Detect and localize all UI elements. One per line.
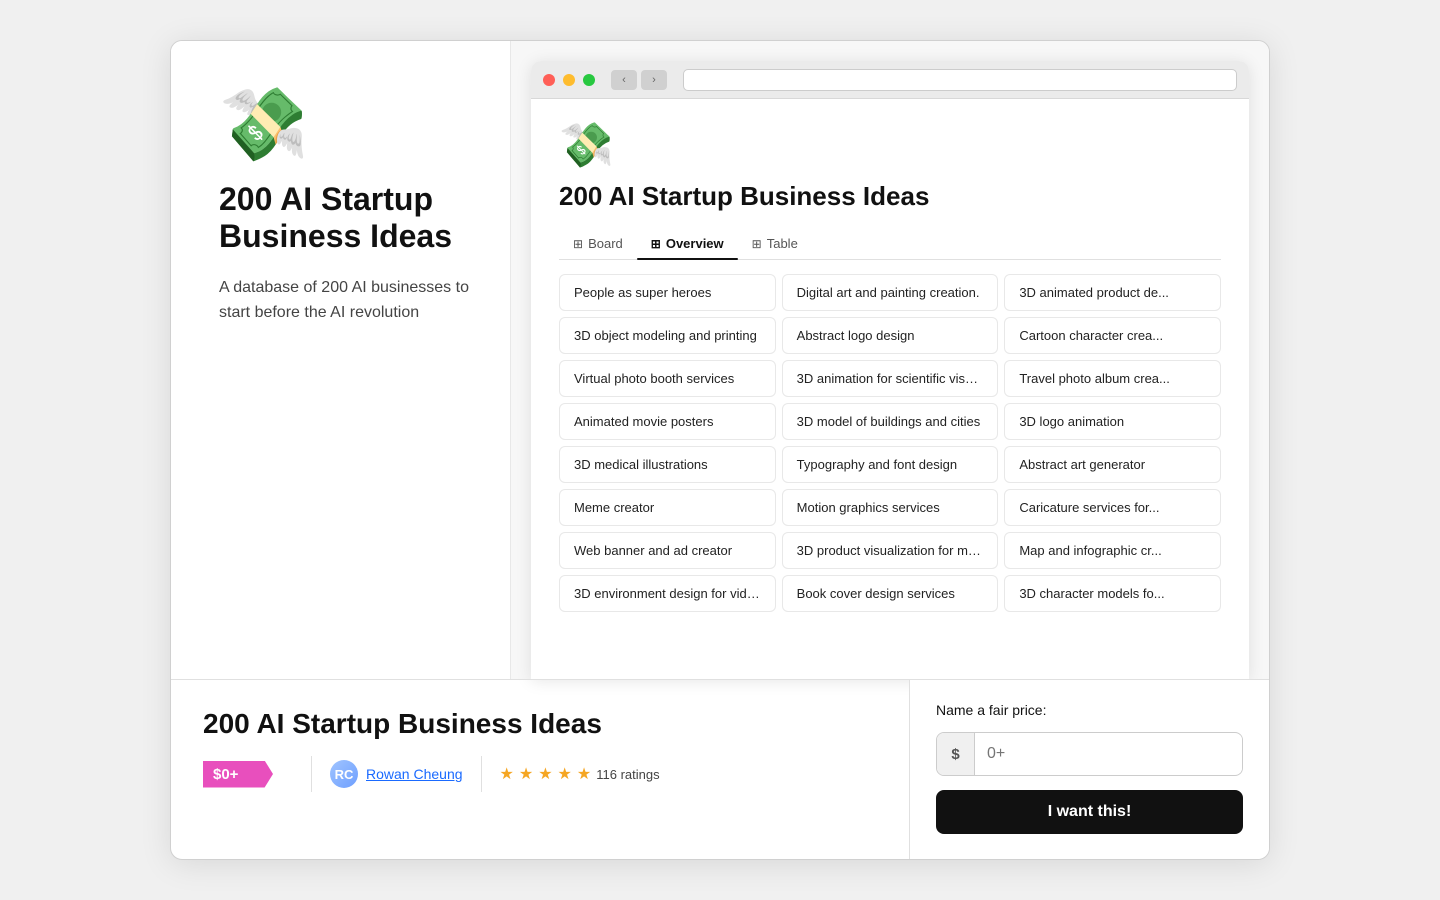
- product-emoji: 💸: [219, 89, 474, 161]
- browser-dot-yellow[interactable]: [563, 74, 575, 86]
- grid-cell[interactable]: Travel photo album crea...: [1004, 360, 1221, 397]
- product-title-left: 200 AI Startup Business Ideas: [219, 181, 474, 255]
- browser-forward-button[interactable]: ›: [641, 70, 667, 90]
- grid-cell[interactable]: 3D animation for scientific visualizatio…: [782, 360, 999, 397]
- tabs-row: ⊞ Board ⊞ Overview ⊞ Table: [559, 230, 1221, 260]
- grid-cell[interactable]: Book cover design services: [782, 575, 999, 612]
- grid-cell[interactable]: Meme creator: [559, 489, 776, 526]
- grid-cell[interactable]: Animated movie posters: [559, 403, 776, 440]
- page-icon: 💸: [559, 119, 1221, 171]
- browser-dot-green[interactable]: [583, 74, 595, 86]
- browser-dot-red[interactable]: [543, 74, 555, 86]
- price-input[interactable]: [975, 735, 1242, 773]
- tab-overview[interactable]: ⊞ Overview: [637, 230, 738, 259]
- outer-wrapper: 💸 200 AI Startup Business Ideas A databa…: [0, 0, 1440, 900]
- table-icon: ⊞: [752, 237, 762, 251]
- tab-board-label: Board: [588, 236, 623, 251]
- price-badge: $0+: [203, 761, 273, 788]
- grid-cell[interactable]: 3D product visualization for marketing: [782, 532, 999, 569]
- grid-cell[interactable]: 3D animated product de...: [1004, 274, 1221, 311]
- star-2: ★: [519, 764, 533, 784]
- tab-overview-label: Overview: [666, 236, 724, 251]
- ratings-count: 116 ratings: [596, 767, 659, 782]
- left-panel: 💸 200 AI Startup Business Ideas A databa…: [171, 41, 511, 679]
- grid-cell[interactable]: 3D environment design for video games: [559, 575, 776, 612]
- grid-cell[interactable]: Cartoon character crea...: [1004, 317, 1221, 354]
- meta-divider-2: [481, 756, 482, 792]
- tab-table[interactable]: ⊞ Table: [738, 230, 812, 259]
- grid-cell[interactable]: 3D object modeling and printing: [559, 317, 776, 354]
- browser-toolbar: ‹ ›: [531, 61, 1249, 99]
- grid-cell[interactable]: Digital art and painting creation.: [782, 274, 999, 311]
- stars-row: ★ ★ ★ ★ ★ 116 ratings: [500, 764, 660, 784]
- grid-cell[interactable]: Web banner and ad creator: [559, 532, 776, 569]
- tab-board[interactable]: ⊞ Board: [559, 230, 637, 259]
- grid-cell[interactable]: Motion graphics services: [782, 489, 999, 526]
- meta-divider: [311, 756, 312, 792]
- grid-cell[interactable]: People as super heroes: [559, 274, 776, 311]
- browser-nav: ‹ ›: [611, 70, 667, 90]
- grid-cell[interactable]: Caricature services for...: [1004, 489, 1221, 526]
- page-title: 200 AI Startup Business Ideas: [559, 181, 1221, 212]
- tab-table-label: Table: [767, 236, 798, 251]
- author-row: RC Rowan Cheung: [330, 760, 463, 788]
- fair-price-label: Name a fair price:: [936, 702, 1243, 718]
- browser-address-bar[interactable]: [683, 69, 1237, 91]
- grid-cell[interactable]: Virtual photo booth services: [559, 360, 776, 397]
- star-3: ★: [538, 764, 552, 784]
- author-name[interactable]: Rowan Cheung: [366, 766, 463, 782]
- main-card: 💸 200 AI Startup Business Ideas A databa…: [170, 40, 1270, 860]
- author-avatar: RC: [330, 760, 358, 788]
- bottom-right: Name a fair price: $ I want this!: [909, 680, 1269, 859]
- bottom-left: 200 AI Startup Business Ideas $0+ RC Row…: [171, 680, 909, 859]
- right-panel: ‹ › 💸 200 AI Startup Business Ideas ⊞: [511, 41, 1269, 679]
- bottom-meta-row: $0+ RC Rowan Cheung ★ ★ ★ ★ ★ 116 rating…: [203, 756, 877, 792]
- browser-content: 💸 200 AI Startup Business Ideas ⊞ Board …: [531, 99, 1249, 679]
- star-1: ★: [500, 764, 514, 784]
- dollar-sign: $: [937, 733, 975, 775]
- browser-back-button[interactable]: ‹: [611, 70, 637, 90]
- bottom-section: 200 AI Startup Business Ideas $0+ RC Row…: [171, 679, 1269, 859]
- star-5: ★: [577, 764, 591, 784]
- product-description: A database of 200 AI businesses to start…: [219, 275, 474, 326]
- overview-icon: ⊞: [651, 237, 661, 251]
- browser-window: ‹ › 💸 200 AI Startup Business Ideas ⊞: [531, 61, 1249, 679]
- bottom-product-title: 200 AI Startup Business Ideas: [203, 708, 877, 740]
- grid-cell[interactable]: 3D logo animation: [1004, 403, 1221, 440]
- grid-cell[interactable]: Typography and font design: [782, 446, 999, 483]
- grid-cell[interactable]: Abstract art generator: [1004, 446, 1221, 483]
- grid-cell[interactable]: Map and infographic cr...: [1004, 532, 1221, 569]
- items-grid: People as super heroesDigital art and pa…: [559, 274, 1221, 612]
- grid-cell[interactable]: 3D model of buildings and cities: [782, 403, 999, 440]
- top-section: 💸 200 AI Startup Business Ideas A databa…: [171, 41, 1269, 679]
- star-4: ★: [558, 764, 572, 784]
- grid-cell[interactable]: Abstract logo design: [782, 317, 999, 354]
- grid-cell[interactable]: 3D character models fo...: [1004, 575, 1221, 612]
- grid-cell[interactable]: 3D medical illustrations: [559, 446, 776, 483]
- board-icon: ⊞: [573, 237, 583, 251]
- want-button[interactable]: I want this!: [936, 790, 1243, 834]
- price-input-row: $: [936, 732, 1243, 776]
